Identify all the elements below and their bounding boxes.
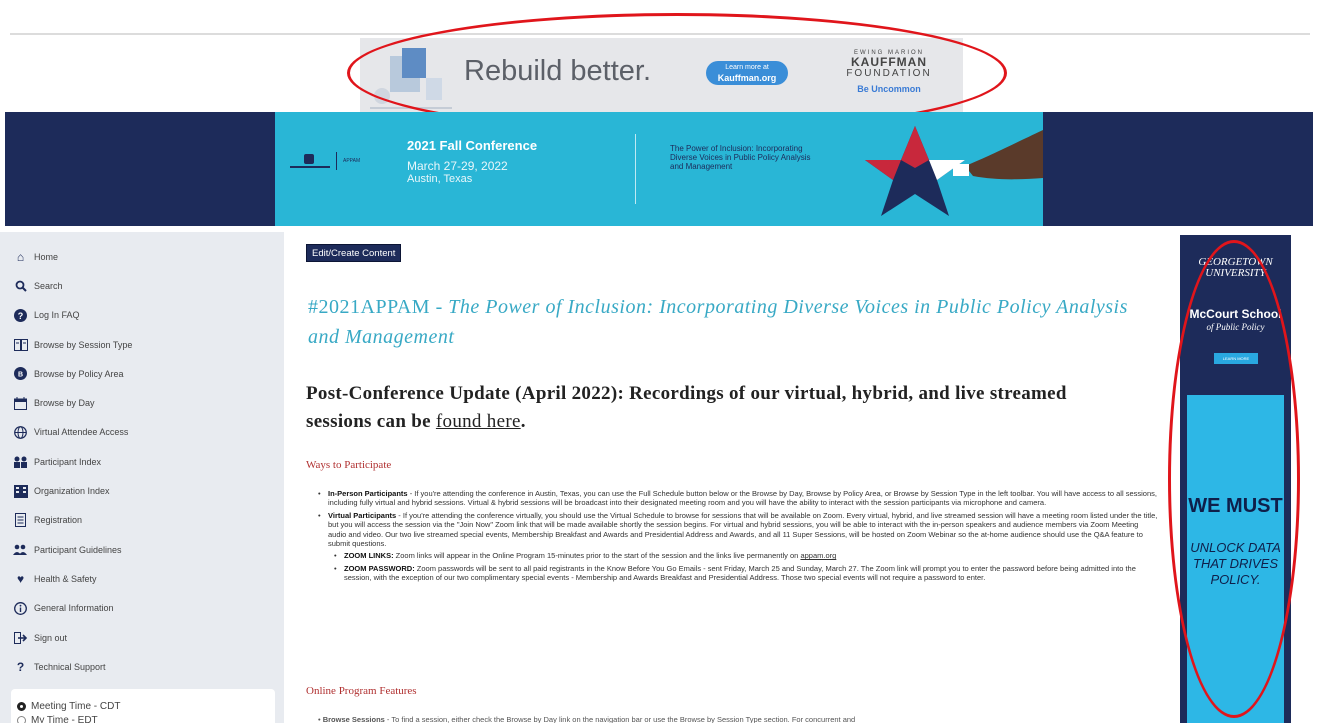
logo-divider — [336, 152, 337, 170]
online-program-features-heading: Online Program Features — [306, 685, 417, 697]
appam-link[interactable]: appam.org — [800, 551, 836, 560]
participation-list: In-Person Participants - If you're atten… — [318, 489, 1158, 586]
radio-unselected-icon[interactable] — [17, 715, 26, 723]
update-suffix: . — [520, 411, 526, 432]
sidebar-item-label: General Information — [34, 603, 114, 614]
conference-dates: March 27-29, 2022 — [407, 159, 508, 173]
calendar-icon — [13, 396, 28, 411]
sidebar-item-organization-index[interactable]: Organization Index — [0, 476, 284, 505]
post-conference-update: Post-Conference Update (April 2022): Rec… — [306, 380, 1136, 436]
appam-mark-icon — [290, 154, 330, 168]
zoom-links-label: ZOOM LINKS: — [344, 551, 394, 561]
sidebar-item-label: Search — [34, 280, 63, 291]
sidebar-item-general-info[interactable]: General Information — [0, 594, 284, 623]
conference-info: 2021 Fall Conference March 27-29, 2022 A… — [407, 138, 537, 185]
edit-create-content-button[interactable]: Edit/Create Content — [306, 244, 402, 262]
sidebar-item-label: Log In FAQ — [34, 310, 80, 321]
page: Rebuild better. Learn more at Kauffman.o… — [0, 0, 1318, 723]
policy-area-icon: B — [13, 366, 28, 381]
sidebar-item-label: Browse by Session Type — [34, 339, 133, 350]
help-icon: ? — [16, 659, 25, 674]
session-type-icon — [13, 337, 28, 352]
puzzle-star-illustration — [865, 126, 1043, 216]
sidebar-item-label: Participant Index — [34, 456, 102, 467]
red-annotation-ellipse — [1168, 240, 1300, 718]
group-icon — [13, 542, 28, 557]
sidebar-item-home[interactable]: ⌂ Home — [0, 242, 284, 271]
sidebar-item-registration[interactable]: Registration — [0, 506, 284, 535]
svg-text:B: B — [18, 372, 23, 379]
main-content: Edit/Create Content #2021APPAM - The Pow… — [300, 232, 1166, 723]
browse-text: - To find a session, either check the Br… — [384, 715, 856, 723]
sidebar-item-policy-area[interactable]: B Browse by Policy Area — [0, 359, 284, 388]
time-option-meeting[interactable]: Meeting Time - CDT — [17, 699, 269, 713]
heart-icon: ♥ — [16, 571, 25, 586]
sidebar-item-participant-index[interactable]: Participant Index — [0, 447, 284, 476]
sidebar-nav: ⌂ Home Search ? Log In FAQ Browse by Ses… — [0, 232, 284, 723]
svg-text:?: ? — [18, 311, 24, 321]
list-item: Virtual Participants - If you're attendi… — [318, 511, 1158, 549]
zoom-password-label: ZOOM PASSWORD: — [344, 563, 415, 573]
question-icon: ? — [13, 308, 28, 323]
ways-to-participate-heading: Ways to Participate — [306, 459, 392, 471]
list-item: ZOOM PASSWORD: Zoom passwords will be se… — [318, 564, 1158, 583]
sidebar-item-label: Browse by Day — [34, 398, 95, 409]
found-here-link[interactable]: found here — [436, 411, 521, 432]
conference-banner-content: APPAM 2021 Fall Conference March 27-29, … — [275, 112, 1043, 226]
appam-logo: APPAM — [290, 152, 371, 170]
time-zone-selector: Meeting Time - CDT My Time - EDT — [11, 689, 275, 723]
sidebar-item-label: Home — [34, 251, 59, 262]
sidebar-item-label: Technical Support — [34, 661, 106, 672]
time-option-label: My Time - EDT — [31, 714, 98, 723]
conference-theme: The Power of Inclusion: Incorporating Di… — [670, 144, 811, 171]
sign-out-icon — [13, 630, 28, 645]
conference-location: Austin, Texas — [407, 173, 473, 185]
sidebar-item-label: Virtual Attendee Access — [34, 427, 129, 438]
sidebar-item-browse-day[interactable]: Browse by Day — [0, 388, 284, 417]
zoom-password-text: Zoom passwords will be sent to all paid … — [344, 563, 1136, 583]
document-icon — [13, 513, 28, 528]
appam-mini-text: APPAM — [343, 158, 361, 164]
sidebar-item-label: Participant Guidelines — [34, 544, 122, 555]
home-icon: ⌂ — [16, 249, 25, 264]
info-icon — [13, 601, 28, 616]
banner-divider — [635, 134, 636, 204]
browse-sessions-item: • Browse Sessions - To find a session, e… — [318, 715, 856, 723]
page-title: #2021APPAM - The Power of Inclusion: Inc… — [308, 292, 1148, 352]
zoom-links-text: Zoom links will appear in the Online Pro… — [393, 551, 801, 561]
browse-label: Browse Sessions — [322, 715, 385, 723]
time-option-mine[interactable]: My Time - EDT — [17, 713, 269, 723]
sidebar-item-search[interactable]: Search — [0, 271, 284, 300]
inperson-label: In-Person Participants — [328, 489, 408, 498]
sidebar-item-label: Organization Index — [34, 486, 110, 497]
sidebar-item-label: Registration — [34, 515, 83, 526]
time-option-label: Meeting Time - CDT — [31, 700, 121, 712]
conference-name: 2021 Fall Conference — [407, 138, 538, 153]
virtual-label: Virtual Participants — [328, 510, 397, 520]
sidebar-item-virtual-access[interactable]: Virtual Attendee Access — [0, 418, 284, 447]
list-item: In-Person Participants - If you're atten… — [318, 489, 1158, 508]
update-text: Post-Conference Update (April 2022): Rec… — [306, 383, 1067, 432]
sidebar-item-participant-guidelines[interactable]: Participant Guidelines — [0, 535, 284, 564]
search-icon — [13, 278, 28, 293]
building-icon — [13, 484, 28, 499]
sidebar-item-session-type[interactable]: Browse by Session Type — [0, 330, 284, 359]
sidebar-item-technical-support[interactable]: ? Technical Support — [0, 652, 284, 681]
sidebar-item-label: Health & Safety — [34, 573, 97, 584]
sidebar-item-sign-out[interactable]: Sign out — [0, 623, 284, 652]
virtual-text: - If you're attending the conference vir… — [328, 510, 1158, 549]
list-item: ZOOM LINKS: Zoom links will appear in th… — [318, 551, 1158, 561]
sidebar-item-health-safety[interactable]: ♥ Health & Safety — [0, 564, 284, 593]
radio-selected-icon[interactable] — [17, 701, 26, 711]
title-hashtag: #2021APPAM - — [308, 296, 449, 318]
sidebar-item-label: Sign out — [34, 632, 68, 643]
globe-icon — [13, 425, 28, 440]
sidebar-item-label: Browse by Policy Area — [34, 368, 124, 379]
sidebar-item-login-faq[interactable]: ? Log In FAQ — [0, 301, 284, 330]
participants-icon — [13, 454, 28, 469]
inperson-text: - If you're attending the conference in … — [328, 489, 1157, 508]
